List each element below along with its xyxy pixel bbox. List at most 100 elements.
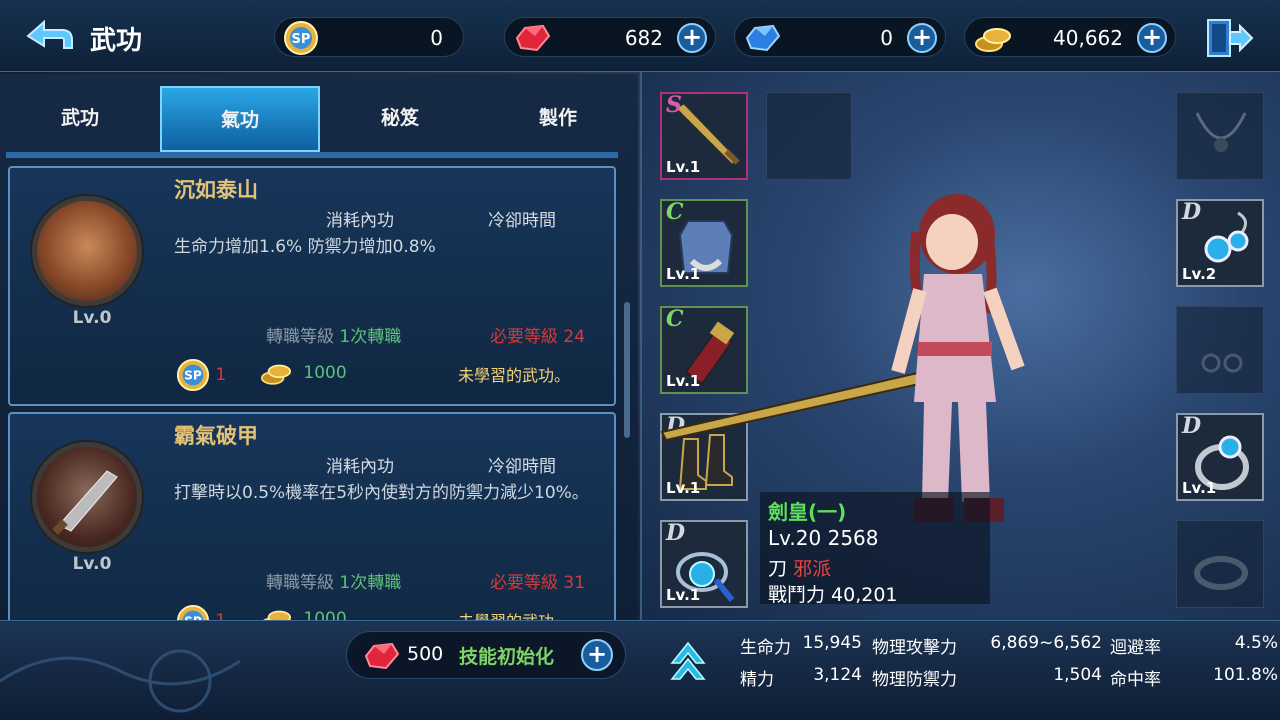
- blue-gem-icon: [743, 20, 781, 56]
- required-class-value: 1次轉職: [339, 327, 402, 347]
- top-bar: 武功 SP 0 682 + 0 + 40,662 +: [0, 0, 1280, 72]
- stat-mp-value: 3,124: [813, 665, 862, 685]
- character-panel: S Lv.1 C Lv.1 C Lv.1 D Lv.1 D Lv.1 D Lv.…: [640, 72, 1280, 620]
- gold-coin-icon: [973, 20, 1011, 56]
- skill-level: Lv.0: [72, 308, 112, 328]
- skill-card[interactable]: Lv.0 沉如泰山 消耗內功 冷卻時間 生命力增加1.6% 防禦力增加0.8% …: [8, 166, 616, 406]
- gold-currency: 40,662 +: [964, 17, 1176, 57]
- required-class: 轉職等級 1次轉職: [266, 568, 401, 593]
- red-gem-icon: [513, 20, 551, 56]
- stat-pdef-value: 1,504: [1053, 665, 1102, 685]
- gold-cost: 1000: [254, 604, 347, 620]
- required-level: 必要等級 24: [490, 327, 586, 347]
- required-class: 轉職等級 1次轉職: [266, 322, 401, 347]
- equip-slot-ring2-empty[interactable]: [1176, 520, 1264, 608]
- skill-status: 未學習的武功。: [458, 608, 570, 620]
- equip-slot-earring2-empty[interactable]: [1176, 306, 1264, 394]
- item-grade: D: [1182, 199, 1202, 225]
- stat-patk-label: 物理攻擊力: [872, 638, 957, 658]
- stat-accuracy-label: 命中率: [1110, 670, 1161, 690]
- skill-list[interactable]: Lv.0 沉如泰山 消耗內功 冷卻時間 生命力增加1.6% 防禦力增加0.8% …: [6, 166, 618, 620]
- sp-cost: SP 1: [176, 358, 226, 392]
- add-red-gem-button[interactable]: +: [677, 23, 707, 53]
- equip-slot-weapon[interactable]: S Lv.1: [660, 92, 748, 180]
- gold-cost-value: 1000: [303, 609, 347, 620]
- sp-icon: SP: [176, 358, 210, 392]
- sp-currency: SP 0: [274, 17, 464, 57]
- sp-cost: SP 1: [176, 604, 226, 620]
- character-info: 劍皇(一) Lv.20 2568 刀 邪派 戰鬥力 40,201: [760, 492, 990, 606]
- tab-crafting[interactable]: 製作: [478, 86, 638, 152]
- reset-label: 技能初始化: [459, 646, 555, 668]
- reset-cost: 500: [407, 643, 444, 665]
- character-stats: 生命力 15,945 物理攻擊力 6,869~6,562 迴避率 4.5% 精力…: [736, 627, 1280, 717]
- gold-coin-icon: [260, 364, 291, 385]
- decorative-pattern-icon: [0, 649, 241, 713]
- skill-description: 生命力增加1.6% 防禦力增加0.8%: [174, 237, 436, 257]
- gold-cost: 1000: [254, 358, 347, 388]
- skill-portrait-icon: [32, 442, 142, 552]
- stat-pdef-label: 物理防禦力: [872, 670, 957, 690]
- equip-slot-necklace-empty[interactable]: [1176, 92, 1264, 180]
- bottom-bar: 500 技能初始化 + 生命力 15,945 物理攻擊力 6,869~6,562…: [0, 620, 1280, 720]
- col-cost-header: 消耗內功: [326, 457, 394, 477]
- red-gem-value: 682: [624, 26, 663, 50]
- skill-description: 打擊時以0.5%機率在5秒內使對方的防禦力減少10%。: [174, 483, 589, 503]
- item-grade: S: [666, 92, 682, 118]
- weapon-type: 刀: [768, 558, 788, 580]
- exit-door-icon[interactable]: [1204, 16, 1254, 60]
- character-level: Lv.20 2568: [768, 526, 879, 550]
- stat-hp-label: 生命力: [740, 638, 791, 658]
- equip-slot-ring[interactable]: D Lv.1: [1176, 413, 1264, 501]
- item-level: Lv.1: [1182, 479, 1217, 497]
- sp-cost-value: 1: [215, 365, 227, 385]
- col-cost-header: 消耗內功: [326, 211, 394, 231]
- page-title: 武功: [90, 26, 143, 56]
- sp-cost-value: 1: [215, 611, 226, 620]
- gold-cost-value: 1000: [303, 363, 347, 383]
- tab-secret-manual[interactable]: 秘笈: [320, 86, 480, 152]
- skill-name: 霸氣破甲: [174, 424, 258, 448]
- combat-power: 戰鬥力 40,201: [768, 584, 898, 606]
- tab-martial-arts[interactable]: 武功: [0, 86, 160, 152]
- stat-evasion-value: 4.5%: [1234, 633, 1278, 653]
- equip-slot-earring[interactable]: D Lv.2: [1176, 199, 1264, 287]
- stat-patk-value: 6,869~6,562: [990, 633, 1102, 653]
- skill-reset-button[interactable]: +: [581, 639, 613, 671]
- add-blue-gem-button[interactable]: +: [907, 23, 937, 53]
- collapse-arrow-icon[interactable]: [668, 637, 708, 685]
- stat-evasion-label: 迴避率: [1110, 638, 1161, 658]
- equip-slot-empty[interactable]: [766, 92, 852, 180]
- back-arrow-icon[interactable]: [22, 14, 76, 58]
- svg-text:SP: SP: [292, 32, 311, 47]
- sp-value: 0: [430, 26, 443, 50]
- skill-card[interactable]: Lv.0 霸氣破甲 消耗內功 冷卻時間 打擊時以0.5%機率在5秒內使對方的防禦…: [8, 412, 616, 620]
- item-level: Lv.1: [666, 586, 701, 604]
- skill-status: 未學習的武功。: [458, 366, 571, 385]
- stat-hp-value: 15,945: [802, 633, 862, 653]
- required-class-value: 1次轉職: [339, 573, 402, 593]
- gold-value: 40,662: [1053, 26, 1123, 50]
- svg-text:SP: SP: [184, 369, 202, 383]
- red-gem-icon: [359, 638, 403, 674]
- col-cooldown-header: 冷卻時間: [488, 457, 556, 477]
- blue-gem-value: 0: [880, 26, 893, 50]
- skill-name: 沉如泰山: [174, 178, 258, 202]
- item-grade: D: [1182, 413, 1202, 439]
- col-cooldown-header: 冷卻時間: [488, 211, 556, 231]
- red-gem-currency: 682 +: [504, 17, 716, 57]
- item-level: Lv.2: [1182, 265, 1217, 283]
- gold-coin-icon: [263, 610, 291, 620]
- character-title: 劍皇(一): [768, 500, 847, 524]
- skill-panel: 武功 氣功 秘笈 製作 Lv.0 沉如泰山 消耗內功 冷卻時間 生命力增加1.6…: [0, 74, 638, 620]
- tab-underline: [6, 152, 618, 158]
- tab-qigong[interactable]: 氣功: [160, 86, 320, 152]
- faction-name: 邪派: [793, 558, 832, 580]
- sp-icon: SP: [283, 20, 321, 56]
- stat-mp-label: 精力: [740, 670, 774, 690]
- skill-reset: 500 技能初始化 +: [346, 631, 626, 679]
- add-gold-button[interactable]: +: [1137, 23, 1167, 53]
- skill-list-scrollbar[interactable]: [624, 302, 630, 438]
- required-class-label: 轉職等級: [266, 327, 334, 347]
- skill-portrait-icon: [32, 196, 142, 306]
